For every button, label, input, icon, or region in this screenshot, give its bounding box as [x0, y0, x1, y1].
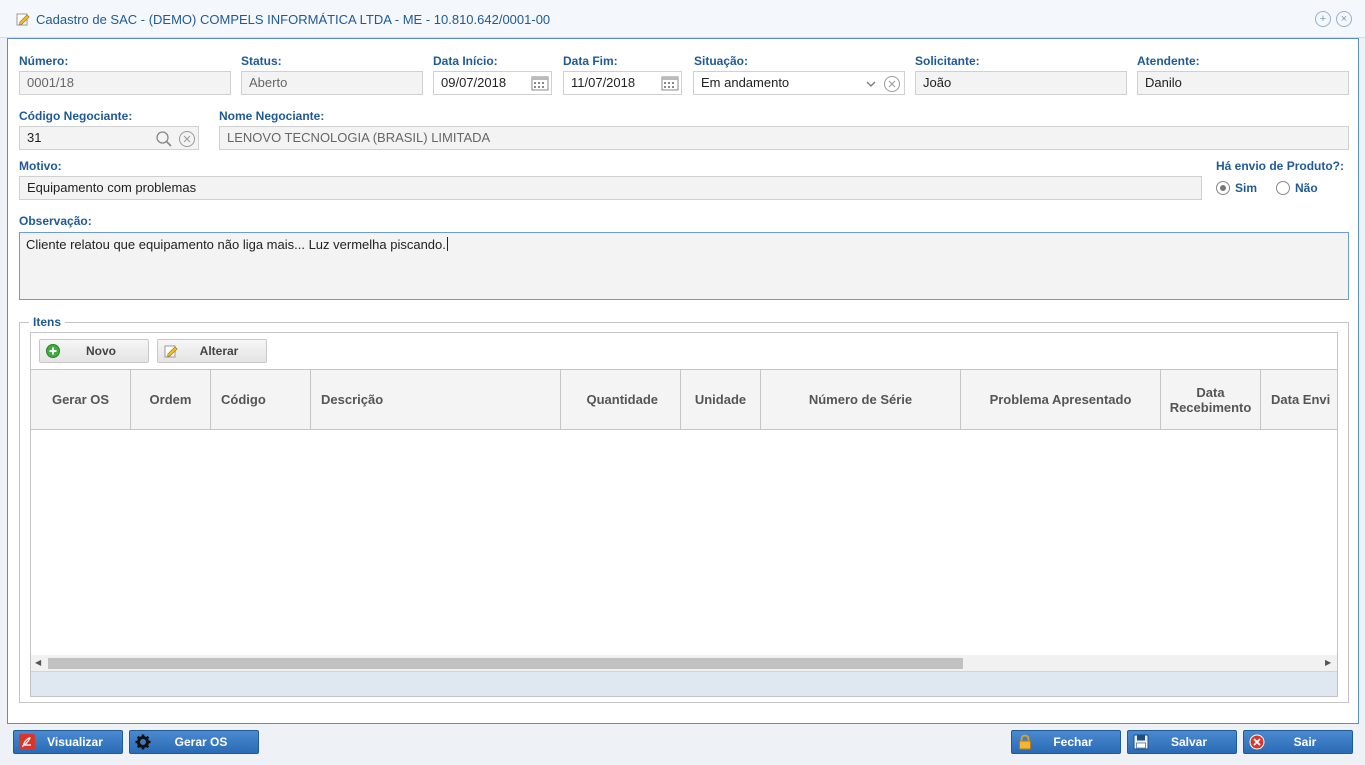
gerar-os-label: Gerar OS: [174, 735, 228, 749]
data-fim-label: Data Fim:: [563, 54, 618, 68]
fechar-button[interactable]: Fechar: [1011, 730, 1121, 754]
motivo-label: Motivo:: [19, 159, 62, 173]
data-fim-field[interactable]: 11/07/2018: [563, 71, 682, 95]
visualizar-label: Visualizar: [47, 735, 103, 749]
calendar-icon[interactable]: [661, 75, 679, 91]
column-header-gerar-os[interactable]: Gerar OS: [31, 370, 131, 429]
text-caret: [446, 237, 448, 251]
column-header-quantidade[interactable]: Quantidade: [561, 370, 681, 429]
visualizar-button[interactable]: Visualizar: [13, 730, 123, 754]
calendar-icon[interactable]: [531, 75, 549, 91]
nome-negociante-field[interactable]: LENOVO TECNOLOGIA (BRASIL) LIMITADA: [219, 126, 1349, 150]
solicitante-label: Solicitante:: [915, 54, 980, 68]
codigo-negociante-value: 31: [27, 130, 42, 145]
search-icon[interactable]: [155, 130, 173, 148]
atendente-label: Atendente:: [1137, 54, 1200, 68]
data-inicio-label: Data Início:: [433, 54, 498, 68]
observacao-label: Observação:: [19, 214, 92, 228]
atendente-field[interactable]: Danilo: [1137, 71, 1349, 95]
codigo-negociante-field[interactable]: 31: [19, 126, 199, 150]
status-label: Status:: [241, 54, 282, 68]
radio-nao-label[interactable]: Não: [1295, 181, 1318, 195]
chevron-down-icon[interactable]: [862, 75, 880, 93]
grid-header: Gerar OS Ordem Código Descrição Quantida…: [31, 369, 1337, 430]
numero-label: Número:: [19, 54, 69, 68]
scroll-right-icon[interactable]: ▶: [1325, 658, 1331, 667]
situacao-label: Situação:: [694, 54, 749, 68]
itens-legend: Itens: [29, 315, 66, 329]
column-header-codigo[interactable]: Código: [211, 370, 311, 429]
scroll-left-icon[interactable]: ◀: [35, 658, 41, 667]
status-field[interactable]: Aberto: [241, 71, 423, 95]
window-titlebar: Cadastro de SAC - (DEMO) COMPELS INFORMÁ…: [0, 0, 1365, 38]
observacao-textarea[interactable]: Cliente relatou que equipamento não liga…: [19, 232, 1349, 300]
salvar-button[interactable]: Salvar: [1127, 730, 1237, 754]
close-icon[interactable]: ×: [1336, 11, 1352, 27]
grid-body: [31, 430, 1337, 655]
horizontal-scrollbar[interactable]: ◀ ▶: [31, 655, 1337, 671]
motivo-field[interactable]: Equipamento com problemas: [19, 176, 1202, 200]
situacao-value: Em andamento: [701, 75, 790, 90]
situacao-select[interactable]: Em andamento: [693, 71, 905, 95]
column-header-ordem[interactable]: Ordem: [131, 370, 211, 429]
clear-icon[interactable]: [178, 130, 196, 148]
novo-button[interactable]: Novo: [39, 339, 149, 363]
column-header-problema[interactable]: Problema Apresentado: [961, 370, 1161, 429]
column-header-data-recebimento[interactable]: Data Recebimento: [1161, 370, 1261, 429]
itens-grid: Novo Alterar Gerar OS Ordem Código Descr…: [30, 332, 1338, 697]
alterar-label: Alterar: [199, 344, 239, 358]
radio-sim-label[interactable]: Sim: [1235, 181, 1257, 195]
window-title: Cadastro de SAC - (DEMO) COMPELS INFORMÁ…: [36, 12, 551, 27]
fechar-label: Fechar: [1053, 735, 1093, 749]
column-header-numero-serie[interactable]: Número de Série: [761, 370, 961, 429]
itens-fieldset: Itens Novo Alterar Gerar OS Ordem Código…: [19, 315, 1349, 703]
sair-label: Sair: [1293, 735, 1317, 749]
solicitante-field[interactable]: João: [915, 71, 1127, 95]
observacao-value: Cliente relatou que equipamento não liga…: [26, 237, 446, 252]
clear-icon[interactable]: [883, 75, 901, 93]
numero-field[interactable]: 0001/18: [19, 71, 231, 95]
grid-footer: [31, 671, 1337, 696]
alterar-button[interactable]: Alterar: [157, 339, 267, 363]
data-inicio-field[interactable]: 09/07/2018: [433, 71, 552, 95]
data-inicio-value: 09/07/2018: [441, 75, 507, 90]
salvar-label: Salvar: [1170, 735, 1208, 749]
column-header-data-envio[interactable]: Data Envi: [1261, 370, 1337, 429]
sair-button[interactable]: Sair: [1243, 730, 1353, 754]
maximize-icon[interactable]: +: [1315, 11, 1331, 27]
radio-nao[interactable]: [1276, 181, 1290, 195]
form-panel: Número: Status: Data Início: Data Fim: S…: [7, 38, 1359, 724]
gerar-os-button[interactable]: Gerar OS: [129, 730, 259, 754]
envio-produto-label: Há envio de Produto?:: [1216, 159, 1345, 173]
radio-sim[interactable]: [1216, 181, 1230, 195]
nome-negociante-label: Nome Negociante:: [219, 109, 325, 123]
novo-label: Novo: [86, 344, 116, 358]
column-header-unidade[interactable]: Unidade: [681, 370, 761, 429]
grid-toolbar: Novo Alterar: [31, 333, 1337, 369]
scrollbar-thumb[interactable]: [48, 658, 963, 669]
edit-icon: [16, 13, 30, 26]
column-header-descricao[interactable]: Descrição: [311, 370, 561, 429]
codigo-negociante-label: Código Negociante:: [19, 109, 133, 123]
data-fim-value: 11/07/2018: [571, 75, 636, 90]
